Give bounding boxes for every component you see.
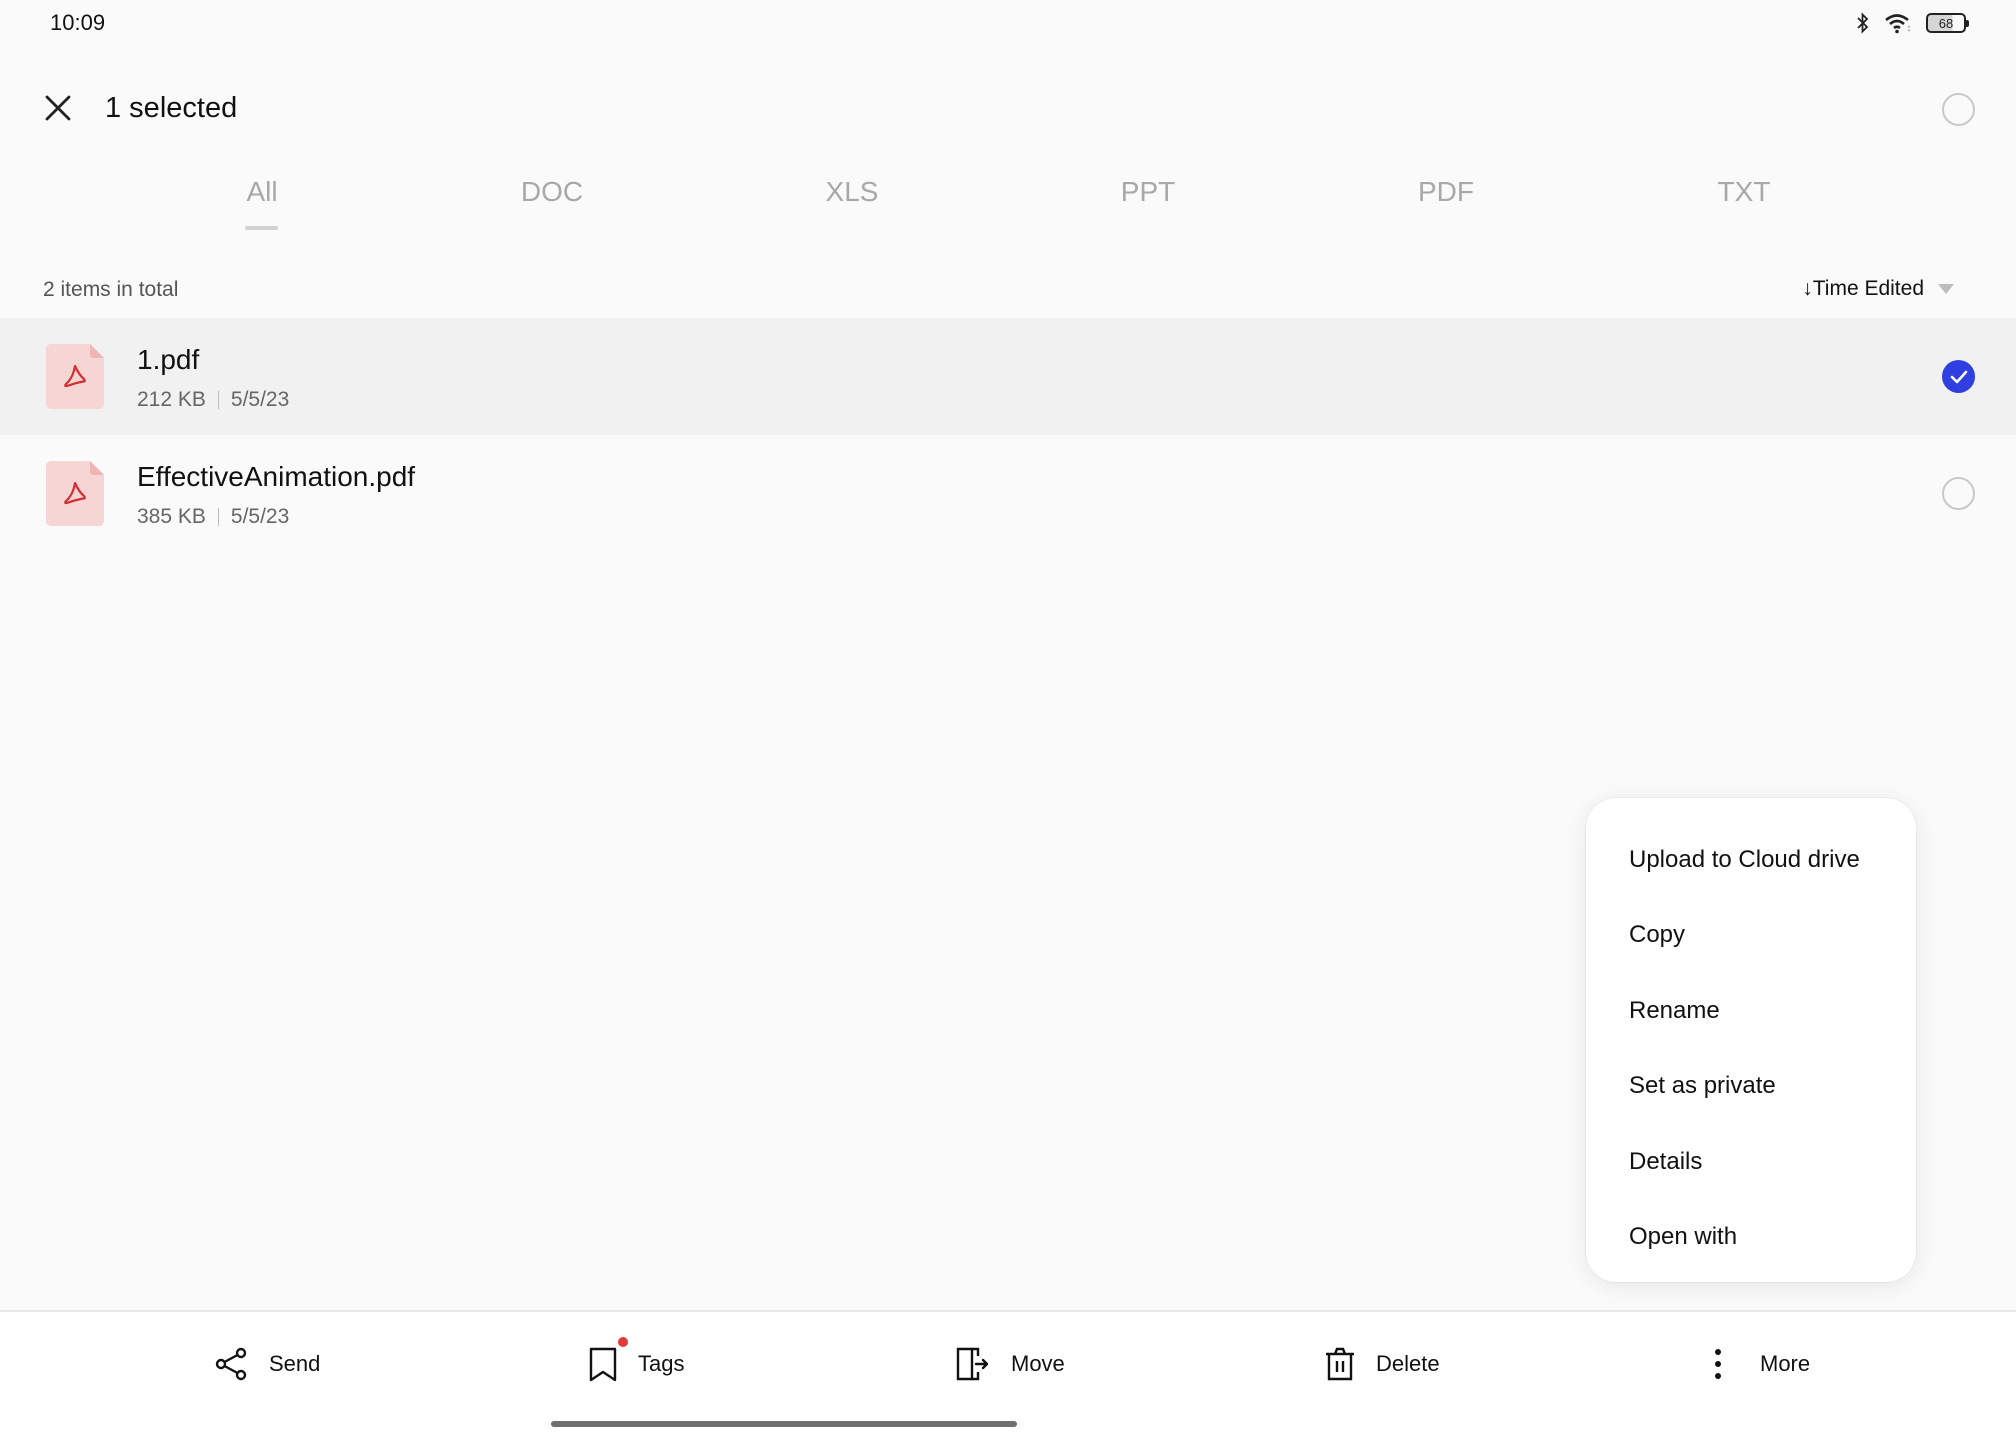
menu-item-set-private[interactable]: Set as private bbox=[1586, 1049, 1916, 1125]
tags-label: Tags bbox=[638, 1351, 685, 1376]
tags-icon-wrap bbox=[588, 1337, 628, 1383]
send-label: Send bbox=[269, 1351, 321, 1376]
selection-title: 1 selected bbox=[105, 92, 238, 124]
more-actions-menu: Upload to Cloud drive Copy Rename Set as… bbox=[1586, 798, 1916, 1282]
share-icon bbox=[215, 1347, 247, 1381]
checkmark-icon bbox=[1950, 370, 1967, 383]
trash-icon bbox=[1326, 1347, 1354, 1381]
delete-label: Delete bbox=[1376, 1351, 1440, 1376]
move-label: Move bbox=[1011, 1351, 1065, 1376]
file-name: 1.pdf bbox=[137, 344, 200, 375]
tags-button[interactable]: Tags bbox=[588, 1337, 685, 1384]
more-button[interactable]: More bbox=[1712, 1344, 1810, 1384]
tab-doc[interactable]: DOC bbox=[521, 176, 583, 208]
file-meta: 212 KB 5/5/23 bbox=[137, 388, 289, 412]
file-date: 5/5/23 bbox=[230, 388, 290, 411]
menu-item-open-with[interactable]: Open with bbox=[1586, 1200, 1916, 1276]
file-size: 385 KB bbox=[137, 505, 206, 528]
caret-down-icon bbox=[1938, 284, 1954, 294]
bluetooth-icon bbox=[1857, 12, 1869, 34]
row-checkbox-checked[interactable] bbox=[1942, 360, 1975, 393]
send-button[interactable]: Send bbox=[215, 1344, 320, 1384]
home-indicator[interactable] bbox=[551, 1421, 1017, 1427]
tab-txt[interactable]: TXT bbox=[1718, 176, 1771, 208]
tab-xls[interactable]: XLS bbox=[826, 176, 879, 208]
menu-item-details[interactable]: Details bbox=[1586, 1124, 1916, 1200]
select-all-checkbox[interactable] bbox=[1942, 93, 1975, 126]
row-checkbox[interactable] bbox=[1942, 477, 1975, 510]
notification-badge bbox=[618, 1337, 628, 1347]
battery-icon: 68 bbox=[1926, 13, 1969, 33]
file-row[interactable]: 1.pdf 212 KB 5/5/23 bbox=[0, 318, 2016, 435]
meta-divider bbox=[217, 391, 219, 409]
more-vertical-icon bbox=[1715, 1349, 1721, 1379]
more-label: More bbox=[1760, 1351, 1811, 1376]
sort-label: ↓Time Edited bbox=[1802, 277, 1924, 300]
bookmark-icon bbox=[589, 1347, 617, 1382]
battery-level: 68 bbox=[1938, 15, 1954, 31]
file-date: 5/5/23 bbox=[230, 505, 290, 528]
menu-item-rename[interactable]: Rename bbox=[1586, 973, 1916, 1049]
menu-item-upload-cloud[interactable]: Upload to Cloud drive bbox=[1586, 822, 1916, 898]
close-icon bbox=[45, 95, 71, 121]
items-count: 2 items in total bbox=[43, 278, 179, 301]
menu-item-copy[interactable]: Copy bbox=[1586, 898, 1916, 974]
pdf-file-icon bbox=[46, 461, 104, 526]
delete-button[interactable]: Delete bbox=[1324, 1344, 1440, 1384]
file-row[interactable]: EffectiveAnimation.pdf 385 KB 5/5/23 bbox=[0, 435, 2016, 552]
meta-divider bbox=[217, 508, 219, 526]
file-meta: 385 KB 5/5/23 bbox=[137, 505, 289, 529]
tab-ppt[interactable]: PPT bbox=[1121, 176, 1175, 208]
file-size: 212 KB bbox=[137, 388, 206, 411]
file-name: EffectiveAnimation.pdf bbox=[137, 461, 416, 492]
close-button[interactable] bbox=[40, 90, 76, 126]
wifi-icon bbox=[1885, 14, 1911, 34]
tab-all[interactable]: All bbox=[246, 176, 277, 208]
active-tab-indicator bbox=[245, 226, 278, 230]
status-time: 10:09 bbox=[50, 10, 106, 35]
pdf-file-icon bbox=[46, 344, 104, 409]
move-button[interactable]: Move bbox=[955, 1344, 1065, 1384]
tab-pdf[interactable]: PDF bbox=[1418, 176, 1474, 208]
move-icon bbox=[956, 1347, 989, 1381]
status-icons: 68 bbox=[1856, 10, 1969, 36]
sort-dropdown[interactable]: ↓Time Edited bbox=[1802, 277, 1954, 301]
